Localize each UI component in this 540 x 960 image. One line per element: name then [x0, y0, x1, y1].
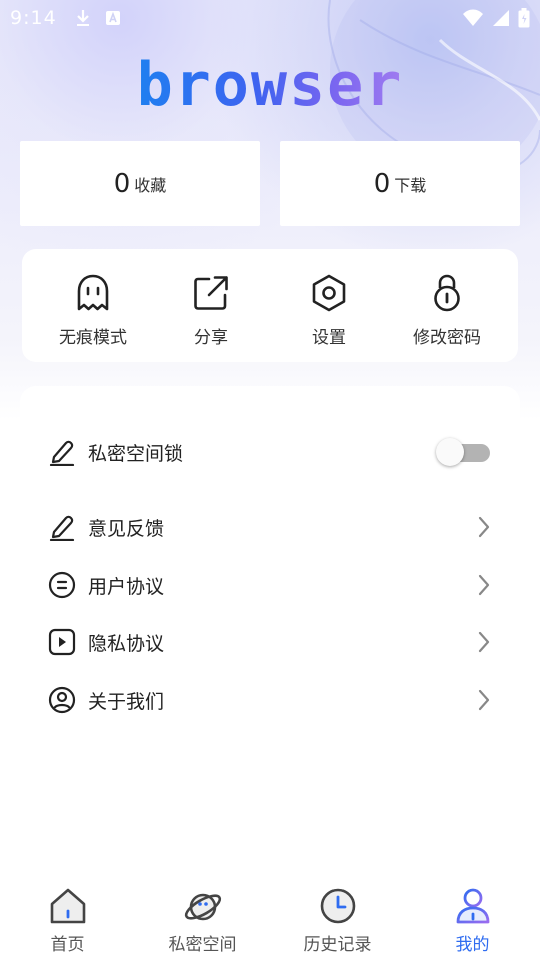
privacy-policy-label: 隐私协议 [88, 632, 165, 655]
share-button[interactable]: 分享 [152, 249, 270, 362]
status-bar: 9:14 [0, 0, 540, 36]
private-space-lock-label: 私密空间锁 [88, 442, 184, 465]
wifi-icon [463, 9, 483, 26]
favorites-count: 0 [113, 168, 131, 199]
signal-icon [493, 10, 509, 26]
downloads-stat[interactable]: 0 下载 [280, 141, 520, 226]
toggle-knob [436, 438, 464, 466]
user-agreement-label: 用户协议 [88, 575, 165, 598]
status-time: 9:14 [10, 7, 57, 29]
settings-card: 私密空间锁 意见反馈 用户协议 隐私协议 关于我们 [20, 386, 520, 766]
play-square-icon [48, 628, 76, 656]
feedback-row[interactable]: 意见反馈 [48, 505, 492, 549]
settings-hexagon-icon [312, 274, 346, 312]
download-icon [76, 10, 89, 26]
planet-icon [184, 893, 221, 921]
tab-home[interactable]: 首页 [0, 878, 135, 960]
private-space-lock-toggle[interactable] [436, 438, 492, 466]
clock-icon [320, 888, 355, 924]
settings-label: 设置 [312, 328, 346, 348]
share-icon [194, 276, 228, 310]
lock-icon [434, 274, 460, 312]
chevron-right-icon [478, 516, 490, 538]
battery-icon [518, 8, 530, 28]
about-us-row[interactable]: 关于我们 [48, 678, 492, 722]
tab-private-space-label: 私密空间 [168, 935, 237, 955]
bottom-tab-bar: 首页 私密空间 历史记录 我的 [0, 878, 540, 960]
pencil-icon [49, 515, 75, 541]
change-password-label: 修改密码 [413, 328, 481, 348]
tab-history-label: 历史记录 [303, 935, 372, 955]
quick-actions-card: 无痕模式 分享 设置 修改密码 [22, 249, 518, 362]
chevron-right-icon [478, 689, 490, 711]
private-space-lock-row: 私密空间锁 [48, 430, 492, 474]
tab-mine[interactable]: 我的 [405, 878, 540, 960]
ghost-icon [77, 274, 109, 311]
downloads-label: 下载 [394, 175, 427, 195]
a-icon [105, 11, 120, 25]
brand-logo-text: browser [136, 50, 404, 120]
change-password-button[interactable]: 修改密码 [388, 249, 506, 362]
user-agreement-row[interactable]: 用户协议 [48, 563, 492, 607]
incognito-mode-button[interactable]: 无痕模式 [34, 249, 152, 362]
tab-history[interactable]: 历史记录 [270, 878, 405, 960]
incognito-mode-label: 无痕模式 [59, 328, 127, 348]
privacy-policy-row[interactable]: 隐私协议 [48, 620, 492, 664]
about-us-label: 关于我们 [88, 690, 165, 713]
pencil-icon [49, 440, 75, 466]
profile-icon [456, 888, 489, 924]
downloads-count: 0 [373, 168, 391, 199]
document-circle-icon [48, 571, 76, 599]
favorites-label: 收藏 [134, 175, 167, 195]
settings-button[interactable]: 设置 [270, 249, 388, 362]
home-icon [50, 888, 85, 924]
favorites-stat[interactable]: 0 收藏 [20, 141, 260, 226]
brand-logo: browser [0, 50, 540, 120]
tab-mine-label: 我的 [455, 935, 490, 955]
stats-row: 0 收藏 0 下载 [20, 141, 520, 226]
user-circle-icon [48, 686, 76, 714]
share-label: 分享 [194, 328, 228, 348]
tab-private-space[interactable]: 私密空间 [135, 878, 270, 960]
feedback-label: 意见反馈 [88, 517, 165, 540]
tab-home-label: 首页 [50, 935, 85, 955]
chevron-right-icon [478, 631, 490, 653]
chevron-right-icon [478, 574, 490, 596]
